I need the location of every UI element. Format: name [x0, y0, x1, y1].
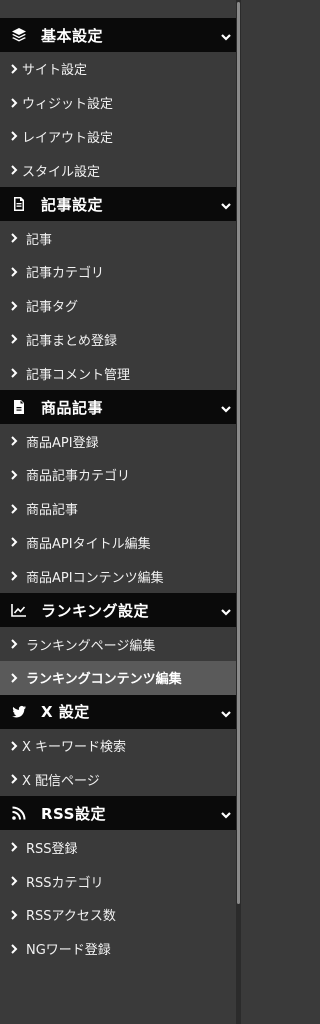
- chevron-right-icon: [10, 571, 18, 581]
- menu-item-label: 商品API登録: [26, 435, 99, 451]
- chevron-right-icon: [10, 233, 18, 243]
- menu-item-layout-settings[interactable]: レイアウト設定: [0, 120, 236, 154]
- menu-item-label: RSS登録: [26, 841, 78, 857]
- chevron-right-icon: [10, 300, 18, 311]
- menu-item-article-tags[interactable]: 記事タグ: [0, 289, 236, 323]
- chevron-down-icon[interactable]: [220, 400, 232, 413]
- menu-item-label: 記事カテゴリ: [26, 266, 105, 282]
- chevron-right-icon: [10, 334, 18, 345]
- chevron-right-icon: [10, 436, 18, 446]
- menu-item-article-categories[interactable]: 記事カテゴリ: [0, 255, 236, 289]
- menu-item-x-distribution-page[interactable]: X 配信ページ: [0, 763, 236, 797]
- chevron-down-icon[interactable]: [220, 705, 232, 718]
- section-title: 記事設定: [41, 195, 104, 214]
- menu-item-widget-settings[interactable]: ウィジット設定: [0, 86, 236, 120]
- section-title: 基本設定: [41, 26, 104, 45]
- chevron-right-icon: [10, 470, 18, 480]
- sidebar-menu: 基本設定 サイト設定 ウィジット設定 レイアウト設定 スタイル設定 記事設定 記…: [0, 18, 236, 966]
- menu-item-label: NGワード登録: [26, 943, 111, 959]
- menu-item-ng-word-register[interactable]: NGワード登録: [0, 932, 236, 966]
- section-title: ランキング設定: [41, 601, 150, 620]
- menu-item-product-api-content-edit[interactable]: 商品APIコンテンツ編集: [0, 559, 236, 593]
- chevron-right-icon: [10, 131, 18, 142]
- chevron-right-icon: [10, 774, 18, 785]
- menu-item-product-api-register[interactable]: 商品API登録: [0, 424, 236, 458]
- section-header-x-settings[interactable]: X 設定: [0, 694, 236, 729]
- menu-item-ranking-page-edit[interactable]: ランキングページ編集: [0, 627, 236, 661]
- chevron-right-icon: [10, 267, 18, 277]
- menu-item-product-api-title-edit[interactable]: 商品APIタイトル編集: [0, 526, 236, 560]
- chevron-right-icon: [10, 943, 18, 954]
- rss-icon: [11, 805, 27, 821]
- section-header-product-articles[interactable]: 商品記事: [0, 390, 236, 425]
- chevron-right-icon: [10, 64, 18, 74]
- section-header-ranking-settings[interactable]: ランキング設定: [0, 593, 236, 628]
- chevron-right-icon: [10, 97, 18, 108]
- chevron-right-icon: [10, 639, 18, 649]
- file-icon: [11, 399, 27, 415]
- menu-item-label: ウィジット設定: [22, 97, 114, 113]
- menu-item-label: X キーワード検索: [22, 740, 127, 756]
- section-header-rss-settings[interactable]: RSS設定: [0, 796, 236, 831]
- scrollbar-thumb[interactable]: [237, 2, 240, 904]
- menu-item-label: 記事: [26, 232, 53, 248]
- menu-item-label: 商品記事カテゴリ: [26, 469, 131, 485]
- menu-item-label: ランキングコンテンツ編集: [26, 672, 182, 688]
- chevron-right-icon: [10, 740, 18, 751]
- chevron-down-icon[interactable]: [220, 197, 232, 210]
- menu-item-style-settings[interactable]: スタイル設定: [0, 153, 236, 187]
- menu-item-label: 記事コメント管理: [26, 367, 131, 383]
- menu-item-product-article-categories[interactable]: 商品記事カテゴリ: [0, 458, 236, 492]
- chevron-right-icon: [10, 673, 18, 683]
- menu-item-label: 記事まとめ登録: [26, 333, 118, 349]
- chevron-down-icon[interactable]: [220, 28, 232, 41]
- menu-item-label: 商品APIコンテンツ編集: [26, 570, 164, 586]
- menu-item-label: RSSアクセス数: [26, 909, 116, 925]
- menu-item-label: スタイル設定: [22, 164, 101, 180]
- menu-item-label: サイト設定: [22, 63, 88, 79]
- menu-item-label: 商品APIタイトル編集: [26, 536, 151, 552]
- chevron-right-icon: [10, 503, 18, 514]
- chevron-right-icon: [10, 876, 18, 886]
- menu-item-articles[interactable]: 記事: [0, 221, 236, 255]
- menu-item-product-articles[interactable]: 商品記事: [0, 492, 236, 526]
- menu-item-x-keyword-search[interactable]: X キーワード検索: [0, 729, 236, 763]
- top-strip: [0, 0, 241, 19]
- menu-item-label: 商品記事: [26, 503, 79, 519]
- menu-item-article-comments[interactable]: 記事コメント管理: [0, 356, 236, 390]
- chevron-right-icon: [10, 165, 18, 175]
- menu-item-rss-register[interactable]: RSS登録: [0, 830, 236, 864]
- section-header-article-settings[interactable]: 記事設定: [0, 187, 236, 222]
- section-title: RSS設定: [41, 804, 106, 823]
- menu-item-label: RSSカテゴリ: [26, 875, 104, 891]
- menu-item-label: X 配信ページ: [22, 773, 100, 789]
- twitter-bird-icon: [11, 704, 27, 720]
- menu-item-label: レイアウト設定: [22, 130, 114, 146]
- menu-item-rss-categories[interactable]: RSSカテゴリ: [0, 864, 236, 898]
- section-title: 商品記事: [41, 398, 104, 417]
- section-header-basic-settings[interactable]: 基本設定: [0, 18, 236, 52]
- document-icon: [11, 196, 27, 212]
- menu-item-label: ランキングページ編集: [26, 638, 156, 654]
- chevron-right-icon: [10, 368, 18, 378]
- chevron-down-icon[interactable]: [220, 806, 232, 819]
- chevron-down-icon[interactable]: [220, 603, 232, 616]
- line-chart-icon: [11, 602, 27, 618]
- section-title: X 設定: [41, 703, 90, 722]
- chevron-right-icon: [10, 910, 18, 920]
- chevron-right-icon: [10, 842, 18, 852]
- layers-icon: [11, 27, 27, 43]
- scrollbar-track[interactable]: [236, 0, 241, 1024]
- menu-item-article-summary[interactable]: 記事まとめ登録: [0, 323, 236, 357]
- chevron-right-icon: [10, 537, 18, 548]
- menu-item-site-settings[interactable]: サイト設定: [0, 52, 236, 86]
- menu-item-rss-access-count[interactable]: RSSアクセス数: [0, 898, 236, 932]
- menu-item-ranking-content-edit[interactable]: ランキングコンテンツ編集: [0, 660, 236, 695]
- menu-item-label: 記事タグ: [26, 300, 79, 316]
